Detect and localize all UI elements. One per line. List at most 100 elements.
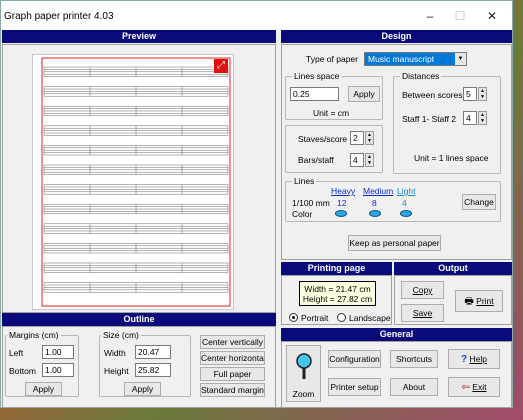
medium-label: Medium: [363, 186, 394, 196]
change-lines-button[interactable]: Change: [462, 194, 496, 210]
medium-color-swatch[interactable]: [369, 210, 381, 217]
outline-height-input[interactable]: 25.82: [135, 363, 171, 377]
bottom-margin-label: Bottom: [9, 366, 36, 376]
minimize-button[interactable]: –: [415, 7, 445, 25]
between-scores-label: Between scores: [402, 90, 463, 100]
left-margin-label: Left: [9, 348, 24, 358]
lines-space-input[interactable]: 0.25: [290, 87, 339, 101]
copy-button[interactable]: Copy: [401, 281, 444, 299]
about-button[interactable]: About: [390, 378, 438, 396]
general-panel: Zoom Configuration Shortcuts ? Help Prin…: [281, 341, 512, 408]
lines-space-group: Lines space 0.25 Apply Unit = cm: [285, 71, 383, 120]
lines-group: Lines Heavy Medium Light 1/100 mm 12 8 4…: [285, 176, 501, 222]
printer-icon: 🖶: [464, 296, 474, 307]
height-label: Height: [104, 366, 129, 376]
page-height-text: Height = 27.82 cm: [302, 294, 373, 304]
lines-space-label: Lines space: [292, 71, 342, 81]
magnifier-icon: [296, 353, 312, 379]
staff-distance-label: Staff 1- Staff 2: [402, 114, 457, 124]
light-color-swatch[interactable]: [400, 210, 412, 217]
outline-header: Outline: [2, 313, 276, 326]
heavy-color-swatch[interactable]: [335, 210, 347, 217]
preview-panel: ⤢: [2, 44, 276, 313]
line-width-label: 1/100 mm: [292, 198, 330, 208]
zoom-button[interactable]: Zoom: [286, 345, 321, 402]
portrait-radio[interactable]: [289, 313, 298, 322]
size-group: Size (cm) Width 20.47 Height 25.82 Apply: [99, 330, 191, 397]
left-margin-input[interactable]: 1.00: [42, 345, 74, 359]
staff-distance-input[interactable]: 4: [463, 111, 477, 125]
between-scores-input[interactable]: 5: [463, 87, 477, 101]
printer-setup-button[interactable]: Printer setup: [328, 378, 381, 396]
distances-group: Distances Between scores 5 ▲ ▼ Staff 1- S…: [393, 71, 501, 174]
size-apply-button[interactable]: Apply: [124, 382, 161, 396]
lines-label: Lines: [292, 176, 317, 186]
width-label: Width: [104, 348, 126, 358]
type-of-paper-label: Type of paper: [306, 54, 358, 64]
general-header: General: [281, 328, 512, 341]
staves-per-score-spinner[interactable]: ▲ ▼: [365, 131, 374, 145]
design-panel: Type of paper Music manuscript ▼ Lines s…: [281, 44, 512, 260]
keep-personal-paper-button[interactable]: Keep as personal paper: [348, 235, 441, 251]
bottom-margin-input[interactable]: 1.00: [42, 363, 74, 377]
print-label: Print: [476, 296, 494, 306]
portrait-label: Portrait: [301, 313, 329, 323]
staves-per-score-label: Staves/score: [298, 134, 348, 144]
maximize-button[interactable]: ☐: [445, 7, 475, 25]
exit-label: Exit: [472, 382, 487, 392]
staves-per-score-input[interactable]: 2: [350, 131, 364, 145]
help-label: Help: [469, 354, 487, 364]
printing-page-header: Printing page: [281, 262, 392, 275]
landscape-radio[interactable]: [337, 313, 346, 322]
center-vertically-button[interactable]: Center vertically: [200, 335, 265, 349]
exit-icon: ⇦: [461, 382, 470, 393]
between-scores-spinner[interactable]: ▲ ▼: [478, 87, 487, 101]
heavy-width-value: 12: [337, 198, 347, 208]
size-label: Size (cm): [101, 330, 141, 340]
zoom-corner-icon[interactable]: ⤢: [214, 59, 228, 73]
configuration-button[interactable]: Configuration: [328, 350, 381, 368]
chevron-down-icon[interactable]: ▼: [455, 53, 466, 65]
bars-per-staff-spinner[interactable]: ▲ ▼: [365, 153, 374, 167]
line-color-label: Color: [292, 209, 313, 219]
app-window: Graph paper printer 4.03 – ☐ ✕ Preview ⤢…: [0, 0, 513, 408]
light-width-value: 4: [402, 198, 407, 208]
page-size-info: Width = 21.47 cm Height = 27.82 cm: [299, 281, 376, 306]
output-header: Output: [394, 262, 512, 275]
exit-button[interactable]: ⇦ Exit: [448, 377, 500, 397]
margins-group: Margins (cm) Left 1.00 Bottom 1.00 Apply: [5, 330, 79, 397]
heavy-label: Heavy: [331, 186, 356, 196]
paper-type-value: Music manuscript: [368, 54, 435, 64]
help-icon: ?: [461, 354, 468, 365]
title-bar: Graph paper printer 4.03 – ☐ ✕: [1, 1, 512, 31]
light-label: Light: [397, 186, 416, 196]
print-button[interactable]: 🖶 Print: [455, 290, 503, 312]
paper-type-select[interactable]: Music manuscript ▼: [364, 52, 467, 66]
lines-space-unit: Unit = cm: [313, 108, 350, 118]
bars-per-staff-label: Bars/staff: [298, 155, 334, 165]
distances-unit: Unit = 1 lines space: [414, 153, 489, 163]
lines-space-apply-button[interactable]: Apply: [348, 86, 380, 102]
close-button[interactable]: ✕: [477, 7, 507, 25]
page-width-text: Width = 21.47 cm: [304, 284, 371, 294]
preview-page: ⤢: [32, 54, 234, 310]
staff-paper-preview: [41, 57, 231, 307]
full-paper-button[interactable]: Full paper: [200, 367, 265, 381]
staves-group: Staves/score 2 ▲ ▼ Bars/staff 4 ▲ ▼: [285, 125, 383, 173]
margins-apply-button[interactable]: Apply: [25, 382, 62, 396]
help-button[interactable]: ? Help: [448, 349, 500, 369]
outline-width-input[interactable]: 20.47: [135, 345, 171, 359]
save-button[interactable]: Save: [401, 304, 444, 322]
landscape-label: Landscape: [349, 313, 391, 323]
distances-label: Distances: [400, 71, 442, 81]
window-title: Graph paper printer 4.03: [4, 11, 114, 22]
bars-per-staff-input[interactable]: 4: [350, 153, 364, 167]
center-horizontally-button[interactable]: Center horizontally: [200, 351, 265, 365]
output-panel: Copy Save 🖶 Print: [394, 275, 512, 325]
shortcuts-button[interactable]: Shortcuts: [390, 350, 438, 368]
preview-header: Preview: [2, 30, 276, 43]
design-header: Design: [281, 30, 512, 43]
standard-margins-button[interactable]: Standard margins: [200, 383, 265, 397]
staff-distance-spinner[interactable]: ▲ ▼: [478, 111, 487, 125]
outline-panel: Margins (cm) Left 1.00 Bottom 1.00 Apply…: [2, 326, 276, 408]
